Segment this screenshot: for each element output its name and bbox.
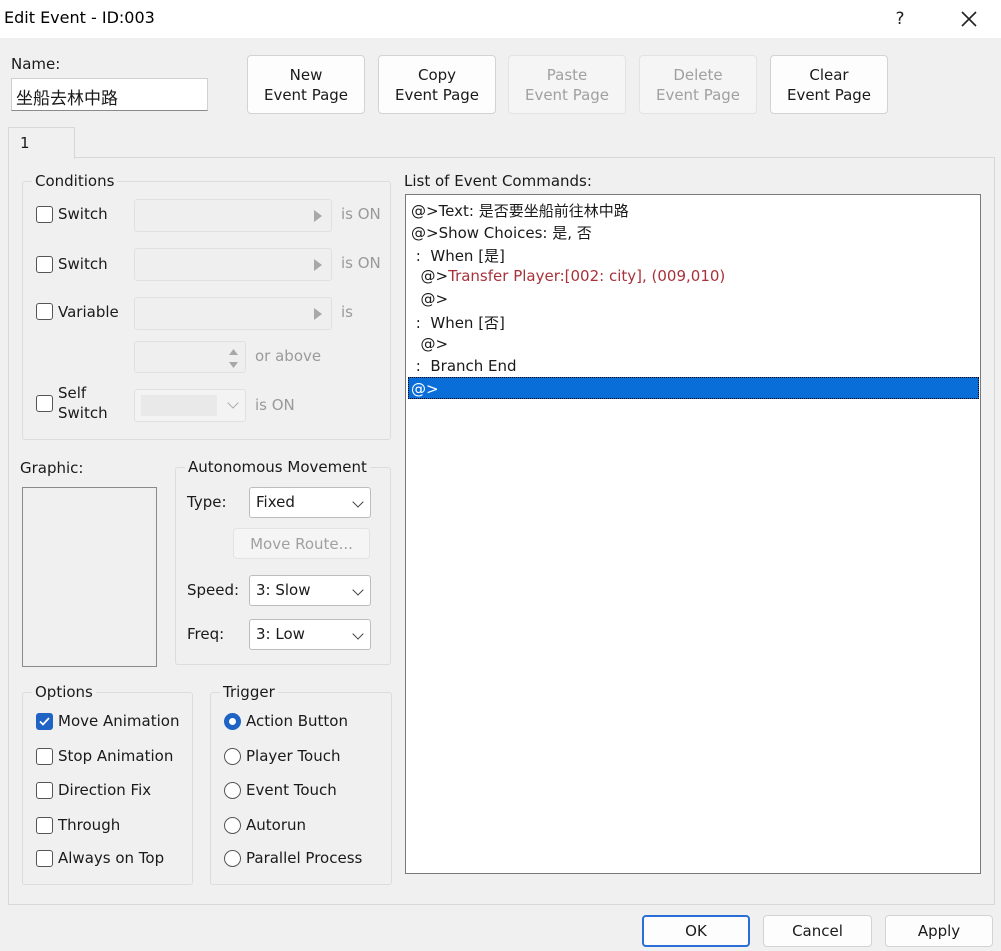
type-select[interactable]: Fixed	[249, 487, 371, 518]
parallel-process-radio[interactable]	[224, 850, 241, 867]
event-touch-label: Event Touch	[246, 781, 337, 799]
variable-suffix: is	[341, 303, 353, 321]
switch1-suffix: is ON	[341, 205, 381, 223]
commands-label: List of Event Commands:	[404, 172, 592, 190]
help-button[interactable]: ?	[880, 4, 920, 34]
action-button-label: Action Button	[246, 712, 348, 730]
parallel-process-label: Parallel Process	[246, 849, 363, 867]
checkmark-icon	[39, 717, 50, 726]
self-switch-label-1: Self	[58, 384, 87, 402]
always-on-top-label: Always on Top	[58, 849, 165, 867]
event-touch-radio[interactable]	[224, 782, 241, 799]
clear-event-page-button[interactable]: Clear Event Page	[770, 55, 888, 114]
close-icon	[961, 11, 977, 27]
command-line[interactable]: @>	[411, 335, 449, 353]
switch1-checkbox[interactable]	[36, 206, 53, 223]
self-switch-label-2: Switch	[58, 404, 108, 422]
graphic-preview[interactable]	[22, 487, 157, 667]
stop-animation-label: Stop Animation	[58, 747, 174, 765]
options-title: Options	[32, 683, 96, 701]
through-checkbox[interactable]	[36, 817, 53, 834]
chevron-down-icon	[352, 628, 364, 640]
variable-above-label: or above	[255, 347, 322, 365]
autonomous-movement-title: Autonomous Movement	[185, 458, 370, 476]
self-switch-combo[interactable]	[134, 389, 246, 422]
self-switch-checkbox[interactable]	[36, 395, 53, 412]
command-line[interactable]: : When [是]	[411, 245, 505, 266]
action-button-radio[interactable]	[224, 713, 241, 730]
transfer-player-command: Transfer Player:[002: city], (009,010)	[448, 267, 726, 285]
copy-event-page-button[interactable]: Copy Event Page	[378, 55, 496, 114]
switch2-label: Switch	[58, 255, 108, 273]
switch2-selector[interactable]	[134, 248, 332, 281]
chevron-down-icon	[352, 584, 364, 596]
tab-label: 1	[20, 134, 30, 152]
chevron-down-icon	[227, 397, 239, 409]
switch2-suffix: is ON	[341, 254, 381, 272]
title-bar: Edit Event - ID:003 ?	[0, 0, 1001, 38]
freq-select[interactable]: 3: Low	[249, 619, 371, 650]
chevron-down-icon	[352, 496, 364, 508]
apply-button[interactable]: Apply	[885, 915, 993, 947]
delete-event-page-button[interactable]: Delete Event Page	[639, 55, 757, 114]
freq-value: 3: Low	[256, 625, 305, 643]
always-on-top-checkbox[interactable]	[36, 850, 53, 867]
event-name-input[interactable]: 坐船去林中路	[11, 78, 208, 111]
freq-label: Freq:	[187, 625, 225, 643]
arrow-right-icon	[314, 210, 322, 222]
command-line[interactable]: @>	[411, 290, 449, 308]
variable-label: Variable	[58, 303, 119, 321]
variable-checkbox[interactable]	[36, 303, 53, 320]
stop-animation-checkbox[interactable]	[36, 748, 53, 765]
command-line[interactable]: @>Text: 是否要坐船前往林中路	[411, 200, 629, 221]
spin-up-icon	[229, 349, 238, 355]
switch1-label: Switch	[58, 205, 108, 223]
tab-page-1[interactable]: 1	[8, 127, 75, 159]
command-line[interactable]: @>Show Choices: 是, 否	[411, 222, 592, 243]
event-name-value: 坐船去林中路	[16, 89, 118, 109]
dialog-body: Name: 坐船去林中路 New Event Page Copy Event P…	[0, 38, 1001, 951]
speed-select[interactable]: 3: Slow	[249, 575, 371, 606]
autorun-label: Autorun	[246, 816, 307, 834]
player-touch-radio[interactable]	[224, 748, 241, 765]
move-animation-checkbox[interactable]	[36, 713, 53, 730]
switch1-selector[interactable]	[134, 199, 332, 232]
type-value: Fixed	[256, 493, 295, 511]
spin-down-icon	[229, 362, 238, 368]
type-label: Type:	[187, 493, 227, 511]
close-button[interactable]	[946, 4, 992, 34]
direction-fix-checkbox[interactable]	[36, 782, 53, 799]
selected-command-highlight[interactable]	[408, 377, 979, 399]
event-command-list[interactable]: @>Text: 是否要坐船前往林中路 @>Show Choices: 是, 否 …	[405, 194, 981, 874]
trigger-title: Trigger	[220, 683, 278, 701]
self-switch-suffix: is ON	[255, 396, 295, 414]
selected-command-line: @>	[411, 380, 439, 398]
ok-button[interactable]: OK	[642, 915, 750, 947]
through-label: Through	[58, 816, 121, 834]
switch2-checkbox[interactable]	[36, 256, 53, 273]
speed-label: Speed:	[187, 581, 240, 599]
speed-value: 3: Slow	[256, 581, 311, 599]
conditions-title: Conditions	[32, 172, 118, 190]
arrow-right-icon	[314, 308, 322, 320]
command-prefix: @>	[411, 267, 449, 285]
window-title: Edit Event - ID:003	[4, 8, 155, 27]
name-label: Name:	[11, 55, 61, 73]
direction-fix-label: Direction Fix	[58, 781, 152, 799]
move-route-button[interactable]: Move Route...	[233, 528, 370, 559]
graphic-label: Graphic:	[20, 459, 84, 477]
variable-selector[interactable]	[134, 297, 332, 330]
command-line[interactable]: : When [否]	[411, 312, 505, 333]
command-line[interactable]: @>Transfer Player:[002: city], (009,010)	[411, 267, 726, 285]
autorun-radio[interactable]	[224, 817, 241, 834]
variable-value-spinner[interactable]	[134, 341, 246, 373]
cancel-button[interactable]: Cancel	[763, 915, 872, 947]
move-animation-label: Move Animation	[58, 712, 180, 730]
player-touch-label: Player Touch	[246, 747, 341, 765]
new-event-page-button[interactable]: New Event Page	[247, 55, 365, 114]
paste-event-page-button[interactable]: Paste Event Page	[508, 55, 626, 114]
arrow-right-icon	[314, 259, 322, 271]
command-line[interactable]: : Branch End	[411, 357, 517, 375]
